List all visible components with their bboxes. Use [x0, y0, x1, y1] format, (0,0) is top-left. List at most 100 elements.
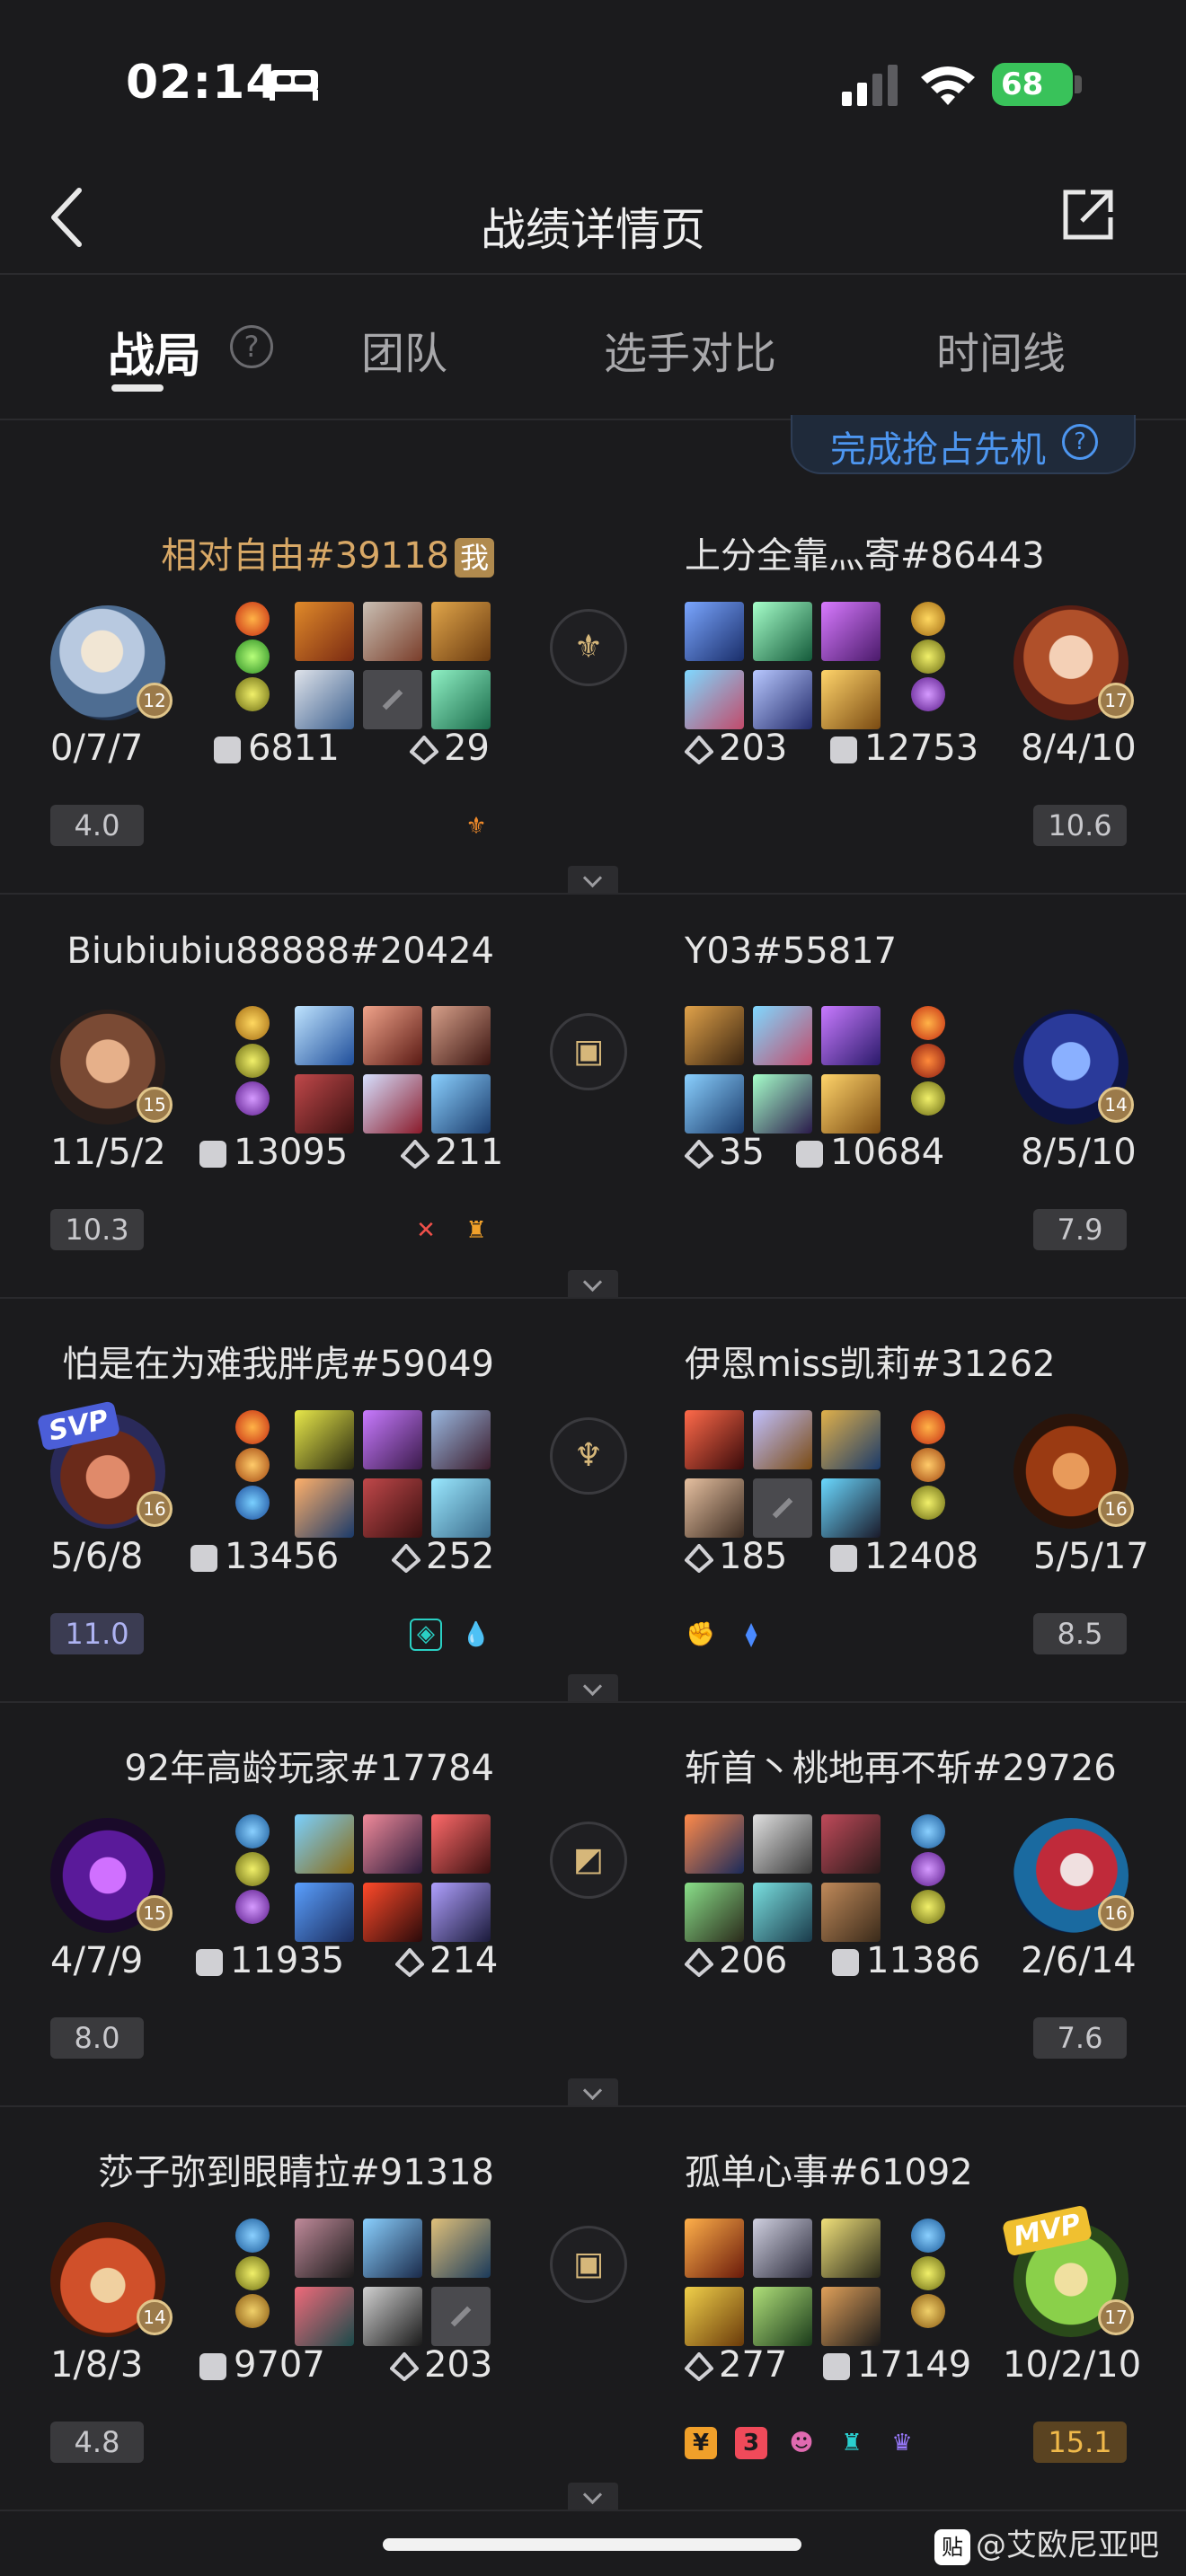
lane-mid-icon: ♆: [550, 1417, 627, 1495]
help-icon[interactable]: ?: [230, 325, 273, 368]
expand-chevron-icon[interactable]: [568, 1674, 618, 1701]
gold-icon: [832, 1949, 859, 1976]
item-icon: [295, 2219, 354, 2278]
summoner-spell-icon: [911, 2256, 945, 2290]
crystal-icon: [685, 1140, 713, 1169]
score-points-right: 203: [685, 728, 787, 769]
tab-battle[interactable]: 战局: [108, 318, 201, 385]
me-tag: 我: [455, 538, 494, 578]
rune-icon: [235, 677, 270, 711]
wifi-icon: [921, 66, 975, 105]
tab-timeline[interactable]: 时间线: [936, 318, 1066, 381]
player-name-right[interactable]: 斩首丶桃地再不斩#29726: [685, 1739, 1117, 1791]
sleep-focus-icon: [270, 70, 318, 101]
item-icon: [295, 1074, 354, 1134]
summoner-spell-icon: [235, 602, 270, 636]
honor-icon: ⧫: [745, 1621, 757, 1648]
kda-left: 5/6/8: [50, 1536, 144, 1577]
kda-left: 1/8/3: [50, 2344, 144, 2386]
share-icon[interactable]: [1060, 187, 1116, 243]
item-icon: [363, 1006, 422, 1065]
item-icon: [431, 602, 491, 661]
player-name-right[interactable]: Y03#55817: [685, 931, 897, 972]
item-icon: [295, 670, 354, 729]
tab-bar: 战局 ? 团队 选手对比 时间线: [0, 275, 1186, 420]
item-icon: [753, 1006, 812, 1065]
player-name-left[interactable]: 莎子弥到眼睛拉#91318: [98, 2143, 494, 2195]
item-icon: [753, 2219, 812, 2278]
rune-icon: [911, 2294, 945, 2328]
summoner-spell-icon: [235, 1814, 270, 1848]
rating-right: 7.9: [1033, 1209, 1127, 1250]
item-icon: [821, 1478, 881, 1538]
crystal-icon: [395, 1948, 424, 1977]
score-points-right: 277: [685, 2344, 787, 2386]
status-time: 02:14: [126, 56, 279, 110]
item-icon: [821, 1814, 881, 1874]
summoner-spell-icon: [911, 1410, 945, 1444]
player-name-right[interactable]: 孤单心事#61092: [685, 2143, 973, 2195]
score-points-left: 203: [390, 2344, 492, 2386]
tab-team[interactable]: 团队: [361, 318, 447, 381]
summoner-spell-icon: [235, 1006, 270, 1040]
gold-left: 13456: [190, 1536, 339, 1577]
first-blood-label: 完成抢占先机: [830, 429, 1046, 471]
match-row-5: 莎子弥到眼睛拉#91318 孤单心事#61092 14 ▣ MVP 17 1/8…: [0, 2107, 1186, 2511]
gold-right: 10684: [796, 1132, 944, 1173]
gold-icon: [823, 2353, 850, 2380]
item-icon: [753, 670, 812, 729]
item-icon: [295, 602, 354, 661]
crystal-icon: [685, 1544, 713, 1573]
kda-right: 8/4/10: [1021, 728, 1137, 769]
item-icon: [295, 1814, 354, 1874]
player-name-left[interactable]: 怕是在为难我胖虎#59049: [62, 1335, 494, 1387]
tab-player-compare[interactable]: 选手对比: [604, 318, 776, 381]
player-name-left[interactable]: 92年高龄玩家#17784: [124, 1739, 494, 1791]
rune-icon: [911, 677, 945, 711]
item-icon: [685, 2219, 744, 2278]
crystal-icon: [685, 736, 713, 764]
player-name-right[interactable]: 伊恩miss凯莉#31262: [685, 1335, 1056, 1387]
expand-chevron-icon[interactable]: [568, 1270, 618, 1297]
item-icon: [295, 1410, 354, 1469]
summoner-spell-icon: [911, 1006, 945, 1040]
expand-chevron-icon[interactable]: [568, 866, 618, 893]
score-points-right: 185: [685, 1536, 787, 1577]
gold-left: 6811: [214, 728, 340, 769]
honor-icon: ♛: [891, 2430, 913, 2457]
home-indicator[interactable]: [383, 2538, 801, 2551]
status-bar: 02:14 68: [0, 0, 1186, 162]
kda-left: 4/7/9: [50, 1940, 144, 1981]
score-points-right: 35: [685, 1132, 765, 1173]
score-points-right: 206: [685, 1940, 787, 1981]
expand-chevron-icon[interactable]: [568, 2483, 618, 2510]
item-icon: [753, 1410, 812, 1469]
crystal-icon: [685, 1948, 713, 1977]
item-icon: [363, 1478, 422, 1538]
tab-active-indicator: [111, 384, 164, 392]
item-icon: [431, 670, 491, 729]
gold-left: 13095: [199, 1132, 348, 1173]
item-icon: [685, 1883, 744, 1942]
player-name-left[interactable]: Biubiubiu88888#20424: [66, 931, 494, 972]
item-icon: [685, 1006, 744, 1065]
gold-icon: [199, 2353, 226, 2380]
kda-right: 5/5/17: [1033, 1536, 1149, 1577]
expand-chevron-icon[interactable]: [568, 2078, 618, 2105]
item-icon: [685, 670, 744, 729]
rating-left: 4.8: [50, 2422, 144, 2463]
item-icon: [685, 602, 744, 661]
player-name-left[interactable]: 相对自由#39118 我: [161, 526, 494, 578]
first-blood-badge[interactable]: 完成抢占先机 ?: [791, 415, 1136, 474]
player-name-right[interactable]: 上分全靠灬寄#86443: [685, 526, 1045, 578]
help-icon[interactable]: ?: [1062, 424, 1098, 460]
champion-level: 12: [137, 683, 173, 719]
champion-level: 17: [1098, 683, 1134, 719]
honor-icon: 💧: [461, 1621, 491, 1648]
item-icon: [821, 1006, 881, 1065]
lane-jungle-icon: ▣: [550, 2226, 627, 2303]
champion-level: 17: [1098, 2299, 1134, 2335]
summoner-spell-icon: [911, 1814, 945, 1848]
item-icon: [363, 602, 422, 661]
summoner-spell-icon: [235, 1852, 270, 1886]
